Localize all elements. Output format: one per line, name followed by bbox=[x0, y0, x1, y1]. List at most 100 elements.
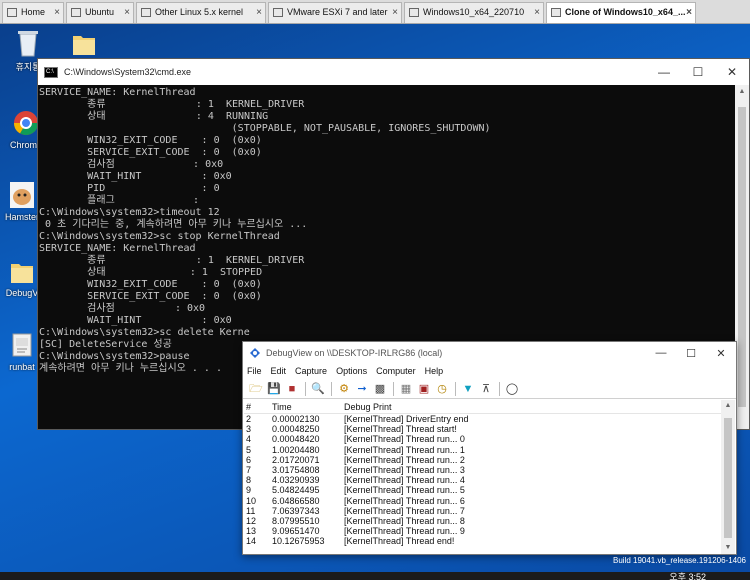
maximize-button[interactable]: ☐ bbox=[681, 65, 715, 79]
row-number: 2 bbox=[246, 414, 252, 424]
autoscroll-icon[interactable]: ➞ bbox=[355, 382, 369, 396]
scroll-down-icon[interactable]: ▼ bbox=[721, 542, 735, 554]
row-number: 10 bbox=[246, 495, 257, 506]
console-line: SERVICE_NAME: KernelThread bbox=[39, 243, 196, 254]
tab-windows10[interactable]: Windows10_x64_220710 × bbox=[404, 2, 544, 23]
console-line: PID : 0 bbox=[39, 183, 220, 194]
minimize-button[interactable]: — bbox=[646, 347, 676, 360]
row-debug-print: [KernelThread] Thread run... 6 bbox=[344, 495, 465, 506]
row-debug-print: [KernelThread] DriverEntry end bbox=[344, 414, 469, 424]
clock-icon[interactable]: ◷ bbox=[435, 382, 449, 396]
column-header-debug-print[interactable]: Debug Print bbox=[342, 400, 722, 413]
menu-edit[interactable]: Edit bbox=[271, 364, 287, 379]
vm-tab-bar: Home × Ubuntu × Other Linux 5.x kernel × VM… bbox=[0, 0, 750, 24]
find-icon[interactable]: 🔍 bbox=[311, 382, 325, 396]
minimize-button[interactable]: — bbox=[647, 65, 681, 79]
desktop-icon-folder[interactable] bbox=[62, 28, 106, 60]
column-header-number[interactable]: # bbox=[244, 400, 270, 413]
row-debug-print: [KernelThread] Thread run... 1 bbox=[344, 444, 465, 455]
close-icon[interactable]: × bbox=[256, 3, 262, 22]
close-icon[interactable]: × bbox=[686, 3, 692, 22]
table-row[interactable]: 13 9.09651470 [KernelThread] Thread run...… bbox=[244, 526, 722, 536]
row-debug-print: [KernelThread] Thread run... 0 bbox=[344, 434, 465, 445]
save-icon[interactable]: 💾 bbox=[267, 382, 281, 396]
scroll-thumb[interactable] bbox=[738, 107, 746, 407]
row-time: 0.00048250 bbox=[272, 424, 320, 435]
table-row[interactable]: 2 0.00002130 [KernelThread] DriverEntry en… bbox=[244, 414, 722, 424]
highlight-icon[interactable]: ▼ bbox=[461, 382, 475, 396]
table-row[interactable]: 7 3.01754808 [KernelThread] Thread run... … bbox=[244, 465, 722, 475]
table-row[interactable]: 10 6.04866580 [KernelThread] Thread run...… bbox=[244, 496, 722, 506]
taskbar-clock[interactable]: 오후 3:52 bbox=[669, 570, 706, 580]
close-icon[interactable]: × bbox=[124, 3, 130, 22]
row-debug-print: [KernelThread] Thread start! bbox=[344, 424, 457, 435]
row-number: 3 bbox=[246, 424, 252, 435]
table-row[interactable]: 5 1.00204480 [KernelThread] Thread run... … bbox=[244, 445, 722, 455]
close-icon[interactable]: × bbox=[54, 3, 60, 22]
tab-home[interactable]: Home × bbox=[2, 2, 64, 23]
table-row[interactable]: 12 8.07995510 [KernelThread] Thread run...… bbox=[244, 516, 722, 526]
table-header: # Time Debug Print bbox=[244, 400, 722, 414]
table-row[interactable]: 4 0.00048420 [KernelThread] Thread run... … bbox=[244, 434, 722, 444]
table-row[interactable]: 11 7.06397343 [KernelThread] Thread run...… bbox=[244, 506, 722, 516]
debugview-app-icon bbox=[249, 347, 261, 359]
debugview-titlebar[interactable]: DebugView on \\DESKTOP-IRLRG86 (local) —… bbox=[243, 342, 736, 364]
capture-win32-icon[interactable]: ▦ bbox=[399, 382, 413, 396]
close-button[interactable]: ✕ bbox=[706, 347, 736, 360]
toolbar-separator bbox=[305, 381, 306, 396]
tab-other-linux[interactable]: Other Linux 5.x kernel × bbox=[136, 2, 266, 23]
console-line: 종류 : 1 KERNEL_DRIVER bbox=[39, 255, 305, 266]
scroll-up-icon[interactable]: ▲ bbox=[721, 400, 735, 412]
console-line: 0 초 기다리는 중, 계속하려면 아무 키나 누르십시오 ... bbox=[39, 219, 308, 230]
open-icon[interactable]: 🗁 bbox=[249, 382, 263, 396]
connect-icon[interactable]: ◯ bbox=[505, 382, 519, 396]
cmd-icon bbox=[44, 66, 58, 78]
table-row[interactable]: 14 10.12675953 [KernelThread] Thread end! bbox=[244, 536, 722, 546]
scroll-thumb[interactable] bbox=[724, 418, 732, 538]
debugview-window[interactable]: DebugView on \\DESKTOP-IRLRG86 (local) —… bbox=[242, 341, 737, 555]
close-button[interactable]: ✕ bbox=[715, 65, 749, 79]
batch-file-icon bbox=[8, 330, 36, 360]
menu-computer[interactable]: Computer bbox=[376, 364, 416, 379]
scroll-up-icon[interactable]: ▲ bbox=[735, 85, 749, 99]
table-row[interactable]: 3 0.00048250 [KernelThread] Thread start! bbox=[244, 424, 722, 434]
row-number: 7 bbox=[246, 464, 252, 475]
cmd-scrollbar[interactable]: ▲ bbox=[735, 85, 749, 429]
console-line: C:\Windows\system32>timeout 12 bbox=[39, 207, 220, 218]
filter-icon[interactable]: ⊼ bbox=[479, 382, 493, 396]
log-icon[interactable]: ■ bbox=[285, 382, 299, 396]
console-line: SERVICE_NAME: KernelThread bbox=[39, 87, 196, 98]
column-header-time[interactable]: Time bbox=[270, 400, 342, 413]
folder-icon bbox=[8, 256, 36, 286]
close-icon[interactable]: × bbox=[392, 3, 398, 22]
row-debug-print: [KernelThread] Thread run... 4 bbox=[344, 475, 465, 486]
tab-clone-windows10[interactable]: Clone of Windows10_x64_... × bbox=[546, 2, 696, 23]
clear-icon[interactable]: ▩ bbox=[373, 382, 387, 396]
menu-help[interactable]: Help bbox=[425, 364, 444, 379]
tab-ubuntu[interactable]: Ubuntu × bbox=[66, 2, 134, 23]
capture-kernel-icon[interactable]: ▣ bbox=[417, 382, 431, 396]
console-line: 상태 : 1 STOPPED bbox=[39, 267, 263, 278]
cmd-titlebar[interactable]: C:\Windows\System32\cmd.exe — ☐ ✕ bbox=[38, 59, 749, 85]
row-number: 8 bbox=[246, 475, 252, 486]
tab-vmware-esxi[interactable]: VMware ESXi 7 and later × bbox=[268, 2, 402, 23]
table-row[interactable]: 8 4.03290939 [KernelThread] Thread run... … bbox=[244, 475, 722, 485]
menu-file[interactable]: File bbox=[247, 364, 262, 379]
row-time: 2.01720071 bbox=[272, 454, 320, 465]
menu-bar: File Edit Capture Options Computer Help bbox=[243, 364, 736, 379]
menu-options[interactable]: Options bbox=[336, 364, 367, 379]
row-number: 5 bbox=[246, 444, 252, 455]
row-time: 10.12675953 bbox=[272, 536, 325, 547]
cmd-title: C:\Windows\System32\cmd.exe bbox=[64, 67, 192, 77]
table-row[interactable]: 6 2.01720071 [KernelThread] Thread run... … bbox=[244, 455, 722, 465]
row-number: 13 bbox=[246, 526, 257, 537]
close-icon[interactable]: × bbox=[534, 3, 540, 22]
capture-icon[interactable]: ⚙ bbox=[337, 382, 351, 396]
debugview-scrollbar[interactable]: ▲ ▼ bbox=[721, 400, 735, 554]
table-row[interactable]: 9 5.04824495 [KernelThread] Thread run... … bbox=[244, 485, 722, 495]
maximize-button[interactable]: ☐ bbox=[676, 347, 706, 360]
row-time: 8.07995510 bbox=[272, 515, 320, 526]
menu-capture[interactable]: Capture bbox=[295, 364, 327, 379]
table-body: 2 0.00002130 [KernelThread] DriverEntry en… bbox=[244, 414, 722, 546]
console-line: C:\Windows\system32>sc stop KernelThread bbox=[39, 231, 280, 242]
